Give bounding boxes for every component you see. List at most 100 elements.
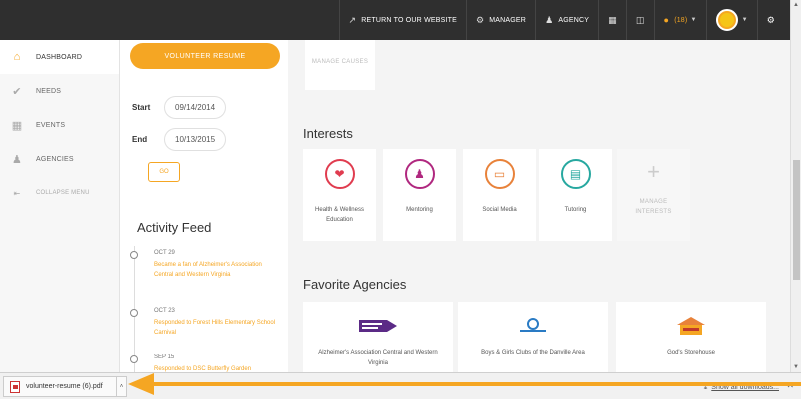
interest-label: Social Media [482, 207, 517, 213]
list-item: OCT 23 Responded to Forest Hills Element… [130, 308, 282, 338]
people-icon: ♟ [404, 159, 435, 189]
sidebar-item-label: AGENCIES [36, 155, 74, 163]
books-icon: ▤ [560, 159, 591, 189]
go-button[interactable]: GO [148, 162, 180, 182]
sidebar-item-needs[interactable]: ✔ NEEDS [0, 74, 119, 108]
agency-card-boys-girls-clubs[interactable]: Boys & Girls Clubs of the Danville Area [458, 302, 608, 372]
feed-link[interactable]: Responded to Forest Hills Elementary Sch… [154, 318, 282, 338]
scroll-up-icon[interactable]: ▲ [793, 2, 799, 8]
settings-button[interactable]: ⚙ [756, 0, 784, 40]
wrench-icon: ⚙ [475, 14, 485, 25]
end-date-input[interactable]: 10/13/2015 [164, 128, 227, 151]
interest-card-health[interactable]: ❤ Health & Wellness Education [303, 149, 376, 241]
sidebar: ⌂ DASHBOARD ✔ NEEDS ▦ EVENTS ♟ AGENCIES … [0, 40, 120, 372]
collapse-icon: ⇤ [13, 188, 21, 198]
agency-card-gods-storehouse[interactable]: God's Storehouse [616, 302, 766, 372]
profile-column: VOLUNTEER RESUME Start 09/14/2014 End 10… [120, 40, 288, 372]
calendar-button[interactable]: ▦ [598, 0, 626, 40]
inbox-button[interactable]: ◫ [625, 0, 654, 40]
vertical-scrollbar[interactable]: ▲ ▼ [790, 0, 801, 372]
notifications-button[interactable]: ● (18) ▼ [653, 0, 706, 40]
activity-feed-title: Activity Feed [137, 220, 212, 235]
download-file-name: volunteer-resume (6).pdf [26, 383, 103, 390]
sidebar-item-dashboard[interactable]: ⌂ DASHBOARD [0, 40, 119, 74]
calendar-icon: ▦ [11, 119, 23, 132]
timeline-dot [130, 355, 138, 363]
external-link-icon: ↗ [348, 14, 357, 25]
agency-link[interactable]: ♟ AGENCY [535, 0, 598, 40]
feed-date: SEP 15 [154, 354, 175, 360]
return-to-website-link[interactable]: ↗ RETURN TO OUR WEBSITE [338, 0, 466, 40]
sidebar-item-agencies[interactable]: ♟ AGENCIES [0, 142, 119, 176]
heart-icon: ❤ [324, 159, 355, 189]
close-icon[interactable]: ✕ [786, 380, 794, 391]
pdf-file-icon [10, 380, 20, 393]
gear-icon: ⚙ [766, 14, 775, 25]
chevron-down-icon: ▼ [690, 17, 697, 23]
bell-icon: ● [663, 15, 670, 25]
calendar-icon: ▦ [608, 14, 617, 25]
interest-label: Mentoring [406, 207, 433, 213]
list-item: SEP 15 Responded to DSC Butterfly Garden [130, 354, 282, 372]
agency-label: AGENCY [558, 16, 590, 24]
download-item[interactable]: volunteer-resume (6).pdf ˄ [3, 376, 127, 397]
plus-icon: + [647, 159, 660, 184]
avatar [715, 9, 738, 31]
start-label: Start [132, 103, 151, 112]
agency-card-alzheimers[interactable]: Alzheimer's Association Central and West… [303, 302, 453, 372]
show-all-downloads-label: Show all downloads... [711, 384, 779, 391]
alzheimers-logo [303, 316, 453, 336]
sidebar-item-label: NEEDS [36, 87, 62, 95]
manage-interests-card[interactable]: + MANAGE INTERESTS [617, 149, 690, 241]
timeline-dot [130, 251, 138, 259]
main-content: MANAGE CAUSES Interests ❤ Health & Welln… [288, 40, 790, 372]
sidebar-item-label: EVENTS [36, 121, 66, 129]
feed-link[interactable]: Responded to DSC Butterfly Garden [154, 364, 282, 372]
end-label: End [132, 135, 148, 144]
people-icon: ♟ [545, 14, 554, 25]
check-circle-icon: ✔ [12, 85, 22, 98]
interests-title: Interests [303, 126, 353, 141]
interest-label: Tutoring [564, 207, 587, 213]
start-date-input[interactable]: 09/14/2014 [164, 96, 227, 119]
download-icon: ⤓ [703, 382, 708, 391]
chevron-up-icon[interactable]: ˄ [116, 377, 126, 396]
users-icon: ♟ [11, 153, 23, 166]
sidebar-collapse-menu[interactable]: ⇤ COLLAPSE MENU [0, 176, 119, 210]
favorite-agencies-title: Favorite Agencies [303, 277, 407, 292]
sidebar-item-label: COLLAPSE MENU [36, 190, 90, 196]
gods-storehouse-logo [616, 316, 766, 336]
list-item: OCT 29 Became a fan of Alzheimer's Assoc… [130, 250, 282, 280]
return-to-website-label: RETURN TO OUR WEBSITE [361, 16, 457, 24]
home-icon: ⌂ [13, 51, 21, 63]
manage-interests-label: MANAGE INTERESTS [635, 199, 672, 215]
inbox-icon: ◫ [635, 14, 645, 25]
interest-label: Health & Wellness Education [315, 207, 364, 223]
show-all-downloads-link[interactable]: ⤓ Show all downloads... [704, 382, 779, 392]
bgc-logo [458, 316, 608, 336]
start-date-row: Start 09/14/2014 [132, 96, 227, 119]
feed-link[interactable]: Became a fan of Alzheimer's Association … [154, 260, 282, 280]
chevron-down-icon: ▼ [741, 17, 748, 23]
top-nav-bar: ↗ RETURN TO OUR WEBSITE ⚙ MANAGER ♟ AGEN… [0, 0, 790, 40]
interest-card-mentoring[interactable]: ♟ Mentoring [383, 149, 456, 241]
download-bar: volunteer-resume (6).pdf ˄ ⤓ Show all dow… [0, 372, 801, 399]
feed-date: OCT 23 [154, 308, 175, 314]
volunteer-resume-button[interactable]: VOLUNTEER RESUME [130, 43, 280, 69]
scrollbar-thumb[interactable] [793, 160, 800, 280]
end-date-row: End 10/13/2015 [132, 128, 227, 151]
manager-link[interactable]: ⚙ MANAGER [465, 0, 535, 40]
user-menu[interactable]: ▼ [705, 0, 757, 40]
laptop-icon: ▭ [484, 159, 515, 189]
manage-causes-card[interactable]: MANAGE CAUSES [305, 40, 375, 90]
sidebar-item-events[interactable]: ▦ EVENTS [0, 108, 119, 142]
agency-name: Alzheimer's Association Central and West… [318, 350, 438, 366]
timeline-dot [130, 309, 138, 317]
sidebar-item-label: DASHBOARD [36, 53, 83, 61]
agency-name: Boys & Girls Clubs of the Danville Area [481, 350, 585, 356]
interest-card-tutoring[interactable]: ▤ Tutoring [539, 149, 612, 241]
agency-name: God's Storehouse [667, 350, 715, 356]
manager-label: MANAGER [489, 16, 527, 24]
interest-card-social-media[interactable]: ▭ Social Media [463, 149, 536, 241]
scroll-down-icon[interactable]: ▼ [793, 364, 799, 370]
